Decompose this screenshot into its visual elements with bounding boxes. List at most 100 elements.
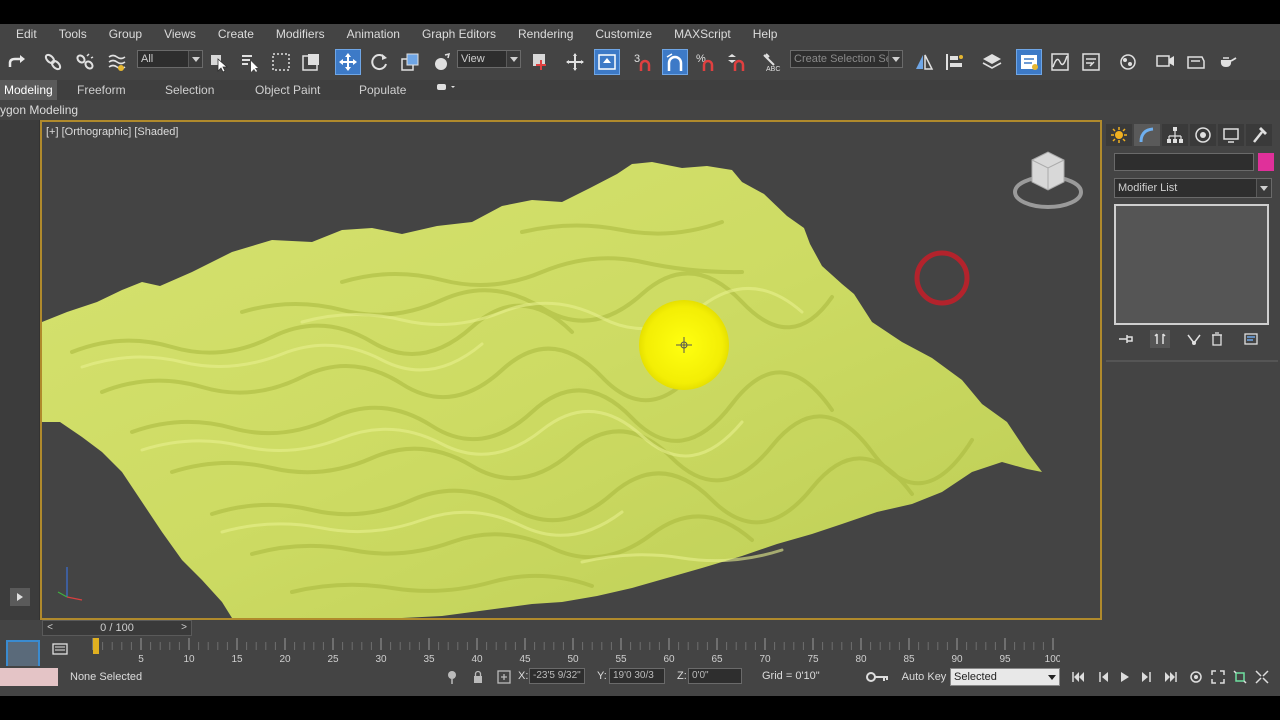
tab-hierarchy[interactable]: [1162, 124, 1188, 146]
auto-key-button[interactable]: Auto Key: [900, 668, 948, 686]
layer-explorer-button[interactable]: [979, 49, 1005, 75]
show-end-result-button[interactable]: [1150, 330, 1170, 348]
named-selection-dropdown[interactable]: Create Selection Se: [790, 50, 903, 68]
go-to-end-button[interactable]: [1161, 668, 1181, 686]
tab-selection[interactable]: Selection: [165, 80, 214, 100]
isolate-selection-button[interactable]: [444, 668, 460, 686]
viewport-label[interactable]: [+] [Orthographic] [Shaded]: [46, 126, 178, 138]
absolute-mode-button[interactable]: [496, 668, 512, 686]
scene-explorer-button[interactable]: [1016, 49, 1042, 75]
render-setup-button[interactable]: [1152, 49, 1178, 75]
menu-views[interactable]: Views: [153, 24, 207, 44]
time-slider[interactable]: < 0 / 100 >: [42, 620, 192, 636]
terrain-surface[interactable]: [42, 162, 1042, 618]
zoom-region-button[interactable]: [1230, 668, 1250, 686]
spinner-snap-button[interactable]: [724, 49, 750, 75]
z-coordinate-field[interactable]: 0'0": [688, 668, 742, 684]
move-icon: [339, 53, 357, 71]
tab-modeling[interactable]: Modeling: [0, 80, 57, 100]
key-filter-dropdown[interactable]: Selected: [950, 668, 1060, 686]
maxscript-listener-mini[interactable]: [0, 668, 58, 686]
make-unique-button[interactable]: [1184, 330, 1204, 348]
snaps-toggle-button[interactable]: 3: [630, 49, 656, 75]
pivot-center-button[interactable]: [527, 49, 553, 75]
expand-layouts-button[interactable]: [10, 588, 30, 606]
tab-modify[interactable]: [1134, 124, 1160, 146]
reference-coordinate-dropdown[interactable]: View: [457, 50, 521, 68]
object-color-swatch[interactable]: [1258, 153, 1274, 171]
y-coordinate-field[interactable]: 19'0 30/3: [609, 668, 665, 684]
tab-motion[interactable]: [1190, 124, 1216, 146]
orbit-button[interactable]: [1186, 668, 1206, 686]
select-link-button[interactable]: [40, 49, 66, 75]
toggle-dope-sheet-button[interactable]: [50, 640, 70, 658]
configure-modifier-sets-button[interactable]: [1241, 330, 1261, 348]
select-move-button[interactable]: [335, 49, 361, 75]
next-frame-button[interactable]: [1137, 668, 1157, 686]
menu-customize[interactable]: Customize: [584, 24, 663, 44]
redo-button[interactable]: [4, 49, 30, 75]
time-slider-prev-button[interactable]: <: [44, 622, 56, 634]
tab-object-paint[interactable]: Object Paint: [255, 80, 320, 100]
menu-graph-editors[interactable]: Graph Editors: [411, 24, 507, 44]
keyboard-shortcut-override-button[interactable]: [594, 49, 620, 75]
align-button[interactable]: [942, 49, 968, 75]
mirror-button[interactable]: [911, 49, 937, 75]
dope-sheet-button[interactable]: [1078, 49, 1104, 75]
window-crossing-button[interactable]: [298, 49, 324, 75]
material-editor-button[interactable]: [1115, 49, 1141, 75]
tab-freeform[interactable]: Freeform: [77, 80, 126, 100]
curve-editor-button[interactable]: [1047, 49, 1073, 75]
render-production-button[interactable]: [1214, 49, 1240, 75]
remove-modifier-button[interactable]: [1207, 330, 1227, 348]
maximize-viewport-button[interactable]: [1252, 668, 1272, 686]
time-slider-key-marker[interactable]: [93, 638, 99, 654]
menu-create[interactable]: Create: [207, 24, 265, 44]
tab-create[interactable]: [1106, 124, 1132, 146]
play-button[interactable]: [1115, 668, 1135, 686]
percent-snap-button[interactable]: %: [693, 49, 719, 75]
go-to-start-button[interactable]: [1068, 668, 1088, 686]
menu-maxscript[interactable]: MAXScript: [663, 24, 742, 44]
select-manipulate-button[interactable]: [562, 49, 588, 75]
timeline-track[interactable]: 5 10 15 20 25 30 35 40 45 50 55 60 65 70 75 80 85 90 95 100: [90, 636, 1060, 666]
time-slider-next-button[interactable]: >: [178, 622, 190, 634]
rendered-frame-window-button[interactable]: [1183, 49, 1209, 75]
edit-named-selection-button[interactable]: ABC: [758, 49, 784, 75]
scale-icon: [401, 53, 419, 71]
set-key-button[interactable]: [864, 668, 892, 686]
viewport-orthographic[interactable]: [+] [Orthographic] [Shaded]: [40, 120, 1102, 620]
select-rotate-button[interactable]: [366, 49, 392, 75]
selection-lock-button[interactable]: [470, 668, 486, 686]
tab-populate[interactable]: Populate: [359, 80, 406, 100]
menu-edit[interactable]: Edit: [0, 24, 48, 44]
timeline-tick-label: 25: [327, 654, 339, 665]
modifier-list-dropdown[interactable]: Modifier List: [1114, 178, 1272, 198]
unlink-button[interactable]: [72, 49, 98, 75]
ribbon-options-button[interactable]: [436, 80, 458, 100]
menu-rendering[interactable]: Rendering: [507, 24, 584, 44]
pin-stack-button[interactable]: [1116, 330, 1136, 348]
previous-frame-button[interactable]: [1093, 668, 1113, 686]
menu-animation[interactable]: Animation: [336, 24, 411, 44]
modifier-stack-list[interactable]: [1114, 204, 1269, 325]
x-coordinate-field[interactable]: -23'5 9/32": [529, 668, 585, 684]
select-place-button[interactable]: [428, 49, 454, 75]
viewcube-icon[interactable]: [1013, 151, 1083, 209]
menu-tools[interactable]: Tools: [48, 24, 98, 44]
select-by-name-button[interactable]: [237, 49, 263, 75]
zoom-extents-button[interactable]: [1208, 668, 1228, 686]
tab-display[interactable]: [1218, 124, 1244, 146]
bind-spacewarp-button[interactable]: [104, 49, 130, 75]
menu-modifiers[interactable]: Modifiers: [265, 24, 336, 44]
object-name-field[interactable]: [1114, 153, 1254, 171]
viewport-canvas[interactable]: [42, 122, 1100, 618]
menu-group[interactable]: Group: [98, 24, 153, 44]
tab-utilities[interactable]: [1246, 124, 1272, 146]
select-object-button[interactable]: [206, 49, 232, 75]
rectangular-selection-button[interactable]: [268, 49, 294, 75]
angle-snap-button[interactable]: [662, 49, 688, 75]
menu-help[interactable]: Help: [742, 24, 789, 44]
selection-filter-dropdown[interactable]: All: [137, 50, 203, 68]
select-scale-button[interactable]: [397, 49, 423, 75]
